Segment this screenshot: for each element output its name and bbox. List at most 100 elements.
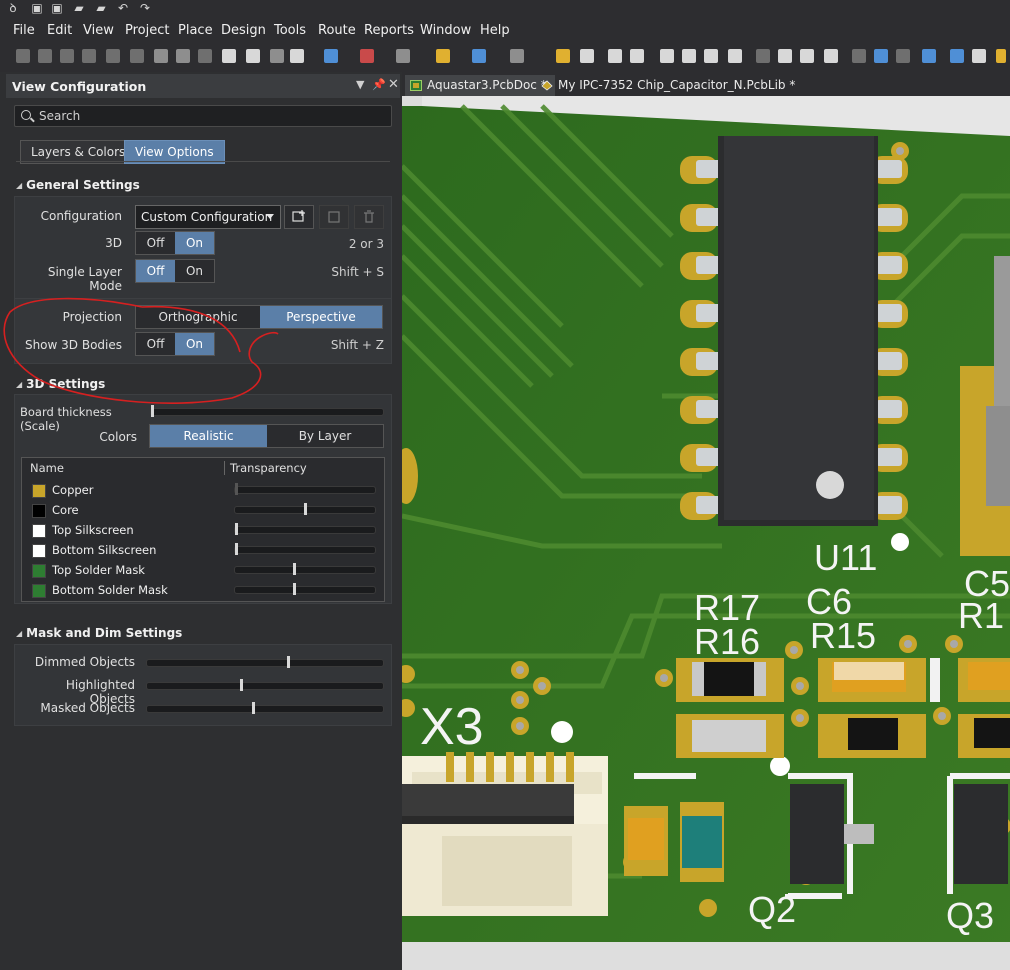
grid-icon[interactable] xyxy=(510,49,524,63)
dimension-icon[interactable] xyxy=(396,49,410,63)
pad-icon[interactable] xyxy=(176,49,190,63)
doc-tab-pcbdoc[interactable]: Aquastar3.PcbDoc * xyxy=(405,75,555,96)
mask-row-thumb[interactable] xyxy=(252,702,255,714)
menu-project[interactable]: Project xyxy=(125,23,169,38)
open-icon[interactable]: ▰ xyxy=(72,1,86,15)
layer-transparency-slider[interactable] xyxy=(234,583,376,595)
board-thickness-slider[interactable] xyxy=(150,405,384,417)
panel-menu-icon[interactable]: ▼ xyxy=(356,78,364,91)
colors-toggle[interactable]: Realistic By Layer xyxy=(149,424,384,448)
lightning-icon[interactable] xyxy=(996,49,1006,63)
single-layer-on-option[interactable]: On xyxy=(175,260,214,282)
save-all-icon[interactable]: ▣ xyxy=(50,1,64,15)
layer-transparency-thumb[interactable] xyxy=(304,503,307,515)
save-doc-icon[interactable] xyxy=(580,49,594,63)
move-icon[interactable] xyxy=(874,49,888,63)
multi-route-icon[interactable] xyxy=(106,49,120,63)
threed-off-option[interactable]: Off xyxy=(136,232,175,254)
layer-transparency-thumb[interactable] xyxy=(235,543,238,555)
region-icon[interactable] xyxy=(246,49,260,63)
menu-window[interactable]: Window xyxy=(420,23,471,38)
copy-icon[interactable] xyxy=(778,49,792,63)
pin-icon[interactable]: 📌 xyxy=(372,78,386,91)
align-icon[interactable] xyxy=(360,49,374,63)
menu-file[interactable]: File xyxy=(13,23,35,38)
threed-settings-heading[interactable]: 3D Settings xyxy=(16,377,105,391)
delete-configuration-button[interactable] xyxy=(354,205,384,229)
menu-place[interactable]: Place xyxy=(178,23,213,38)
print-preview-icon[interactable] xyxy=(630,49,644,63)
mask-row-thumb[interactable] xyxy=(287,656,290,668)
projection-perspective-option[interactable]: Perspective xyxy=(260,306,382,328)
save-configuration-button[interactable] xyxy=(319,205,349,229)
pcb-3d-viewport[interactable]: U11 R17 R16 C6 R15 C5 R1 X3 Q2 Q3 xyxy=(402,96,1010,970)
table-header-name[interactable]: Name xyxy=(30,458,64,478)
fill-icon[interactable] xyxy=(222,49,236,63)
chart-icon[interactable] xyxy=(324,49,338,63)
layer-color-swatch[interactable] xyxy=(32,524,46,538)
zoom-area-icon[interactable] xyxy=(660,49,674,63)
mask-row-slider[interactable] xyxy=(146,656,384,668)
threed-on-option[interactable]: On xyxy=(175,232,214,254)
menu-design[interactable]: Design xyxy=(221,23,266,38)
zoom-fit-icon[interactable] xyxy=(682,49,696,63)
column-divider[interactable] xyxy=(224,461,225,475)
mask-row-slider[interactable] xyxy=(146,702,384,714)
diff-pair-icon[interactable] xyxy=(82,49,96,63)
layer-transparency-slider[interactable] xyxy=(234,563,376,575)
layer-transparency-slider[interactable] xyxy=(234,483,376,495)
layer-transparency-slider[interactable] xyxy=(234,503,376,515)
projection-orthographic-option[interactable]: Orthographic xyxy=(136,306,260,328)
measure-icon[interactable] xyxy=(436,49,450,63)
menu-route[interactable]: Route xyxy=(318,23,356,38)
zoom-selected-icon[interactable] xyxy=(704,49,718,63)
arc-icon[interactable] xyxy=(198,49,212,63)
rubber-stamp-icon[interactable] xyxy=(824,49,838,63)
menu-view[interactable]: View xyxy=(83,23,114,38)
table-header-transparency[interactable]: Transparency xyxy=(230,458,307,478)
menu-tools[interactable]: Tools xyxy=(274,23,306,38)
interactive-route-icon[interactable] xyxy=(60,49,74,63)
layer-transparency-thumb[interactable] xyxy=(293,583,296,595)
cut-icon[interactable] xyxy=(756,49,770,63)
select-icon[interactable] xyxy=(472,49,486,63)
layer-color-swatch[interactable] xyxy=(32,504,46,518)
single-layer-off-option[interactable]: Off xyxy=(136,260,175,282)
layer-transparency-slider[interactable] xyxy=(234,523,376,535)
mask-row-thumb[interactable] xyxy=(240,679,243,691)
search-input[interactable]: Search xyxy=(14,105,392,127)
mask-dim-heading[interactable]: Mask and Dim Settings xyxy=(16,626,182,640)
configuration-dropdown[interactable]: Custom Configuration xyxy=(135,205,281,229)
undo-toolbar-icon[interactable] xyxy=(950,49,964,63)
select-area-icon[interactable] xyxy=(852,49,866,63)
layer-color-swatch[interactable] xyxy=(32,564,46,578)
show3d-on-option[interactable]: On xyxy=(175,333,214,355)
select-connected-icon[interactable] xyxy=(896,49,910,63)
arc-route-icon[interactable] xyxy=(130,49,144,63)
redo-toolbar-icon[interactable] xyxy=(972,49,986,63)
add-configuration-button[interactable] xyxy=(284,205,314,229)
layer-color-swatch[interactable] xyxy=(32,544,46,558)
board-thickness-thumb[interactable] xyxy=(151,405,154,417)
menu-edit[interactable]: Edit xyxy=(47,23,72,38)
colors-by-layer-option[interactable]: By Layer xyxy=(267,425,383,447)
layer-transparency-slider[interactable] xyxy=(234,543,376,555)
string-icon[interactable] xyxy=(270,49,284,63)
show3d-off-option[interactable]: Off xyxy=(136,333,175,355)
open-folder-icon[interactable] xyxy=(556,49,570,63)
layer-color-swatch[interactable] xyxy=(32,484,46,498)
component-icon[interactable] xyxy=(290,49,304,63)
show3d-toggle[interactable]: Off On xyxy=(135,332,215,356)
open-project-icon[interactable]: ▰ xyxy=(94,1,108,15)
save-icon[interactable]: ▣ xyxy=(30,1,44,15)
menu-reports[interactable]: Reports xyxy=(364,23,414,38)
clear-filter-icon[interactable] xyxy=(922,49,936,63)
paste-icon[interactable] xyxy=(800,49,814,63)
mask-row-slider[interactable] xyxy=(146,679,384,691)
layer-color-swatch[interactable] xyxy=(32,584,46,598)
route-icon[interactable] xyxy=(38,49,52,63)
layer-transparency-thumb[interactable] xyxy=(235,483,238,495)
zoom-filtered-icon[interactable] xyxy=(728,49,742,63)
layer-transparency-thumb[interactable] xyxy=(235,523,238,535)
general-settings-heading[interactable]: General Settings xyxy=(16,178,140,192)
